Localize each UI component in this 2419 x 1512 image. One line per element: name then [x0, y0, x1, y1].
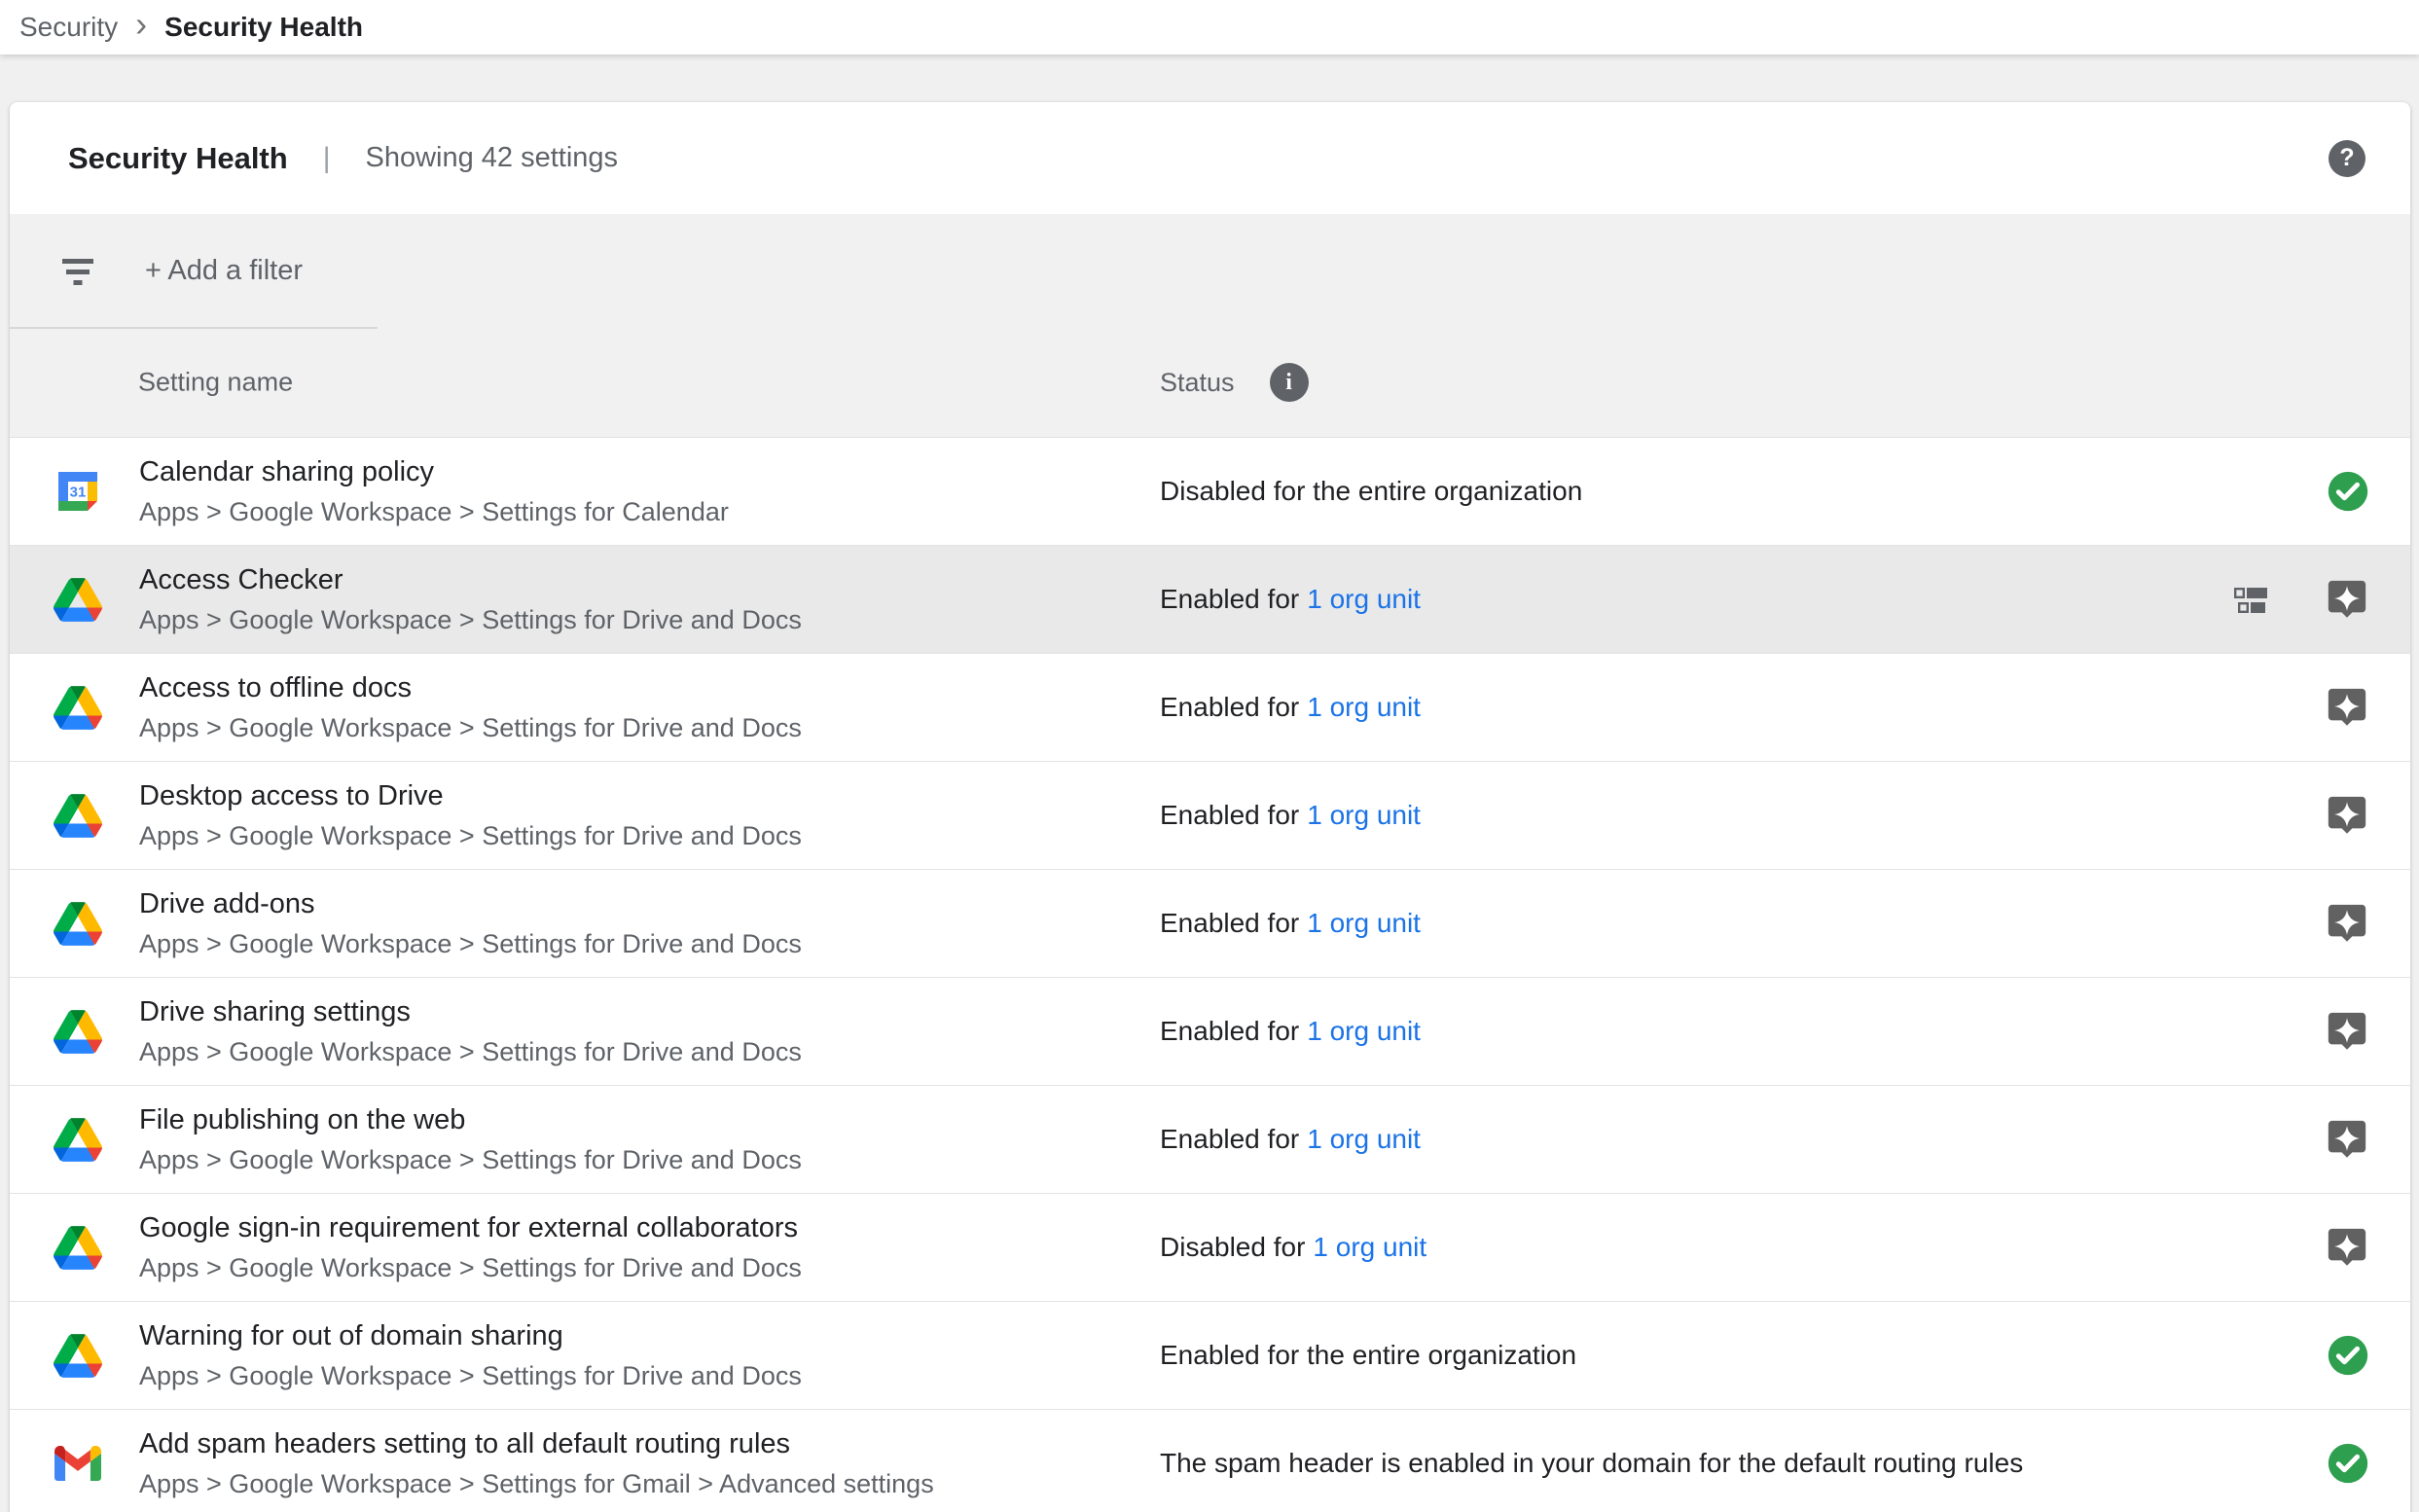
setting-path: Apps > Google Workspace > Settings for D…	[139, 1361, 802, 1391]
org-unit-link[interactable]: 1 org unit	[1313, 1232, 1426, 1262]
setting-path: Apps > Google Workspace > Settings for D…	[139, 1145, 802, 1175]
card-header: Security Health | Showing 42 settings ?	[10, 102, 2410, 214]
setting-name: Access to offline docs	[139, 672, 802, 704]
table-row[interactable]: Drive sharing settings Apps > Google Wor…	[10, 978, 2410, 1086]
table-row[interactable]: Warning for out of domain sharing Apps >…	[10, 1302, 2410, 1410]
add-filter-button[interactable]: + Add a filter	[10, 214, 2410, 328]
status-text: Enabled for	[1160, 584, 1299, 614]
status-cell: The spam header is enabled in your domai…	[1160, 1448, 2023, 1479]
success-check-icon	[2327, 1442, 2369, 1485]
status-text: The spam header is enabled in your domai…	[1160, 1448, 2023, 1478]
chevron-right-icon: ›	[135, 7, 147, 42]
google-drive-icon	[54, 684, 102, 731]
info-icon[interactable]: i	[1270, 363, 1309, 402]
status-text: Enabled for	[1160, 1016, 1299, 1046]
success-check-icon	[2327, 470, 2369, 513]
status-text: Enabled for	[1160, 692, 1299, 722]
setting-path: Apps > Google Workspace > Settings for D…	[139, 1253, 802, 1283]
setting-name: Google sign-in requirement for external …	[139, 1212, 802, 1244]
status-cell: Enabled for the entire organization	[1160, 1340, 1576, 1371]
org-unit-link[interactable]: 1 org unit	[1307, 800, 1421, 830]
google-drive-icon	[54, 900, 102, 947]
help-icon[interactable]: ?	[2329, 140, 2365, 177]
recommendation-flag-icon[interactable]	[2325, 1117, 2369, 1162]
setting-path: Apps > Google Workspace > Settings for D…	[139, 1037, 802, 1067]
org-unit-link[interactable]: 1 org unit	[1307, 1124, 1421, 1154]
org-unit-link[interactable]: 1 org unit	[1307, 692, 1421, 722]
table-row[interactable]: Access Checker Apps > Google Workspace >…	[10, 546, 2410, 654]
breadcrumb-security-link[interactable]: Security	[19, 12, 118, 43]
setting-path: Apps > Google Workspace > Settings for D…	[139, 605, 802, 635]
status-text: Enabled for	[1160, 800, 1299, 830]
security-health-page: Security › Security Health Security Heal…	[0, 0, 2419, 1512]
table-row[interactable]: Access to offline docs Apps > Google Wor…	[10, 654, 2410, 762]
title-divider: |	[323, 142, 331, 175]
status-text: Disabled for	[1160, 1232, 1305, 1262]
status-text: Enabled for the entire organization	[1160, 1340, 1576, 1370]
breadcrumb-current-page: Security Health	[164, 12, 363, 43]
settings-table: Calendar sharing policy Apps > Google Wo…	[10, 438, 2410, 1512]
setting-name: Drive sharing settings	[139, 996, 802, 1028]
google-drive-icon	[54, 1008, 102, 1055]
google-drive-icon	[54, 1332, 102, 1379]
status-cell: Enabled for 1 org unit	[1160, 584, 1421, 615]
status-cell: Enabled for 1 org unit	[1160, 1124, 1421, 1155]
page-title: Security Health	[68, 141, 288, 176]
add-filter-label: + Add a filter	[145, 255, 303, 287]
setting-name: Warning for out of domain sharing	[139, 1320, 802, 1352]
recommendation-flag-icon[interactable]	[2325, 685, 2369, 730]
google-drive-icon	[54, 576, 102, 623]
recommendation-flag-icon[interactable]	[2325, 577, 2369, 622]
google-drive-icon	[54, 1116, 102, 1163]
status-text: Disabled for the entire organization	[1160, 476, 1582, 506]
setting-path: Apps > Google Workspace > Settings for D…	[139, 713, 802, 743]
google-calendar-icon	[54, 468, 102, 515]
table-row[interactable]: Desktop access to Drive Apps > Google Wo…	[10, 762, 2410, 870]
filter-list-icon	[61, 258, 94, 285]
success-check-icon	[2327, 1334, 2369, 1377]
table-column-headers: Setting name Status i	[10, 328, 2410, 437]
org-unit-link[interactable]: 1 org unit	[1307, 1016, 1421, 1046]
setting-name: Calendar sharing policy	[139, 456, 729, 488]
org-unit-settings-icon	[2233, 585, 2268, 615]
setting-name: Add spam headers setting to all default …	[139, 1428, 934, 1460]
setting-path: Apps > Google Workspace > Settings for D…	[139, 821, 802, 851]
column-header-status: Status i	[1160, 363, 1309, 402]
breadcrumb: Security › Security Health	[0, 0, 2419, 54]
org-unit-link[interactable]: 1 org unit	[1307, 584, 1421, 614]
filter-and-header-zone: + Add a filter Setting name Status i	[10, 214, 2410, 438]
settings-count: Showing 42 settings	[366, 142, 619, 174]
status-text: Enabled for	[1160, 1124, 1299, 1154]
recommendation-flag-icon[interactable]	[2325, 1225, 2369, 1270]
recommendation-flag-icon[interactable]	[2325, 901, 2369, 946]
google-drive-icon	[54, 792, 102, 839]
setting-path: Apps > Google Workspace > Settings for G…	[139, 1469, 934, 1499]
recommendation-flag-icon[interactable]	[2325, 1009, 2369, 1054]
google-drive-icon	[54, 1224, 102, 1271]
table-row[interactable]: Google sign-in requirement for external …	[10, 1194, 2410, 1302]
status-cell: Enabled for 1 org unit	[1160, 908, 1421, 939]
table-row[interactable]: File publishing on the web Apps > Google…	[10, 1086, 2410, 1194]
status-cell: Disabled for the entire organization	[1160, 476, 1582, 507]
status-cell: Enabled for 1 org unit	[1160, 800, 1421, 831]
column-header-setting-name: Setting name	[138, 368, 293, 398]
setting-name: File publishing on the web	[139, 1104, 802, 1136]
org-unit-link[interactable]: 1 org unit	[1307, 908, 1421, 938]
setting-name: Drive add-ons	[139, 888, 802, 920]
status-cell: Enabled for 1 org unit	[1160, 1016, 1421, 1047]
setting-path: Apps > Google Workspace > Settings for C…	[139, 497, 729, 527]
security-health-card: Security Health | Showing 42 settings ? …	[10, 102, 2410, 1512]
gmail-icon	[54, 1440, 102, 1487]
table-row[interactable]: Drive add-ons Apps > Google Workspace > …	[10, 870, 2410, 978]
setting-path: Apps > Google Workspace > Settings for D…	[139, 929, 802, 959]
status-cell: Enabled for 1 org unit	[1160, 692, 1421, 723]
status-text: Enabled for	[1160, 908, 1299, 938]
table-row[interactable]: Calendar sharing policy Apps > Google Wo…	[10, 438, 2410, 546]
setting-name: Access Checker	[139, 564, 802, 596]
recommendation-flag-icon[interactable]	[2325, 793, 2369, 838]
table-row[interactable]: Add spam headers setting to all default …	[10, 1410, 2410, 1512]
status-cell: Disabled for 1 org unit	[1160, 1232, 1426, 1263]
setting-name: Desktop access to Drive	[139, 780, 802, 812]
